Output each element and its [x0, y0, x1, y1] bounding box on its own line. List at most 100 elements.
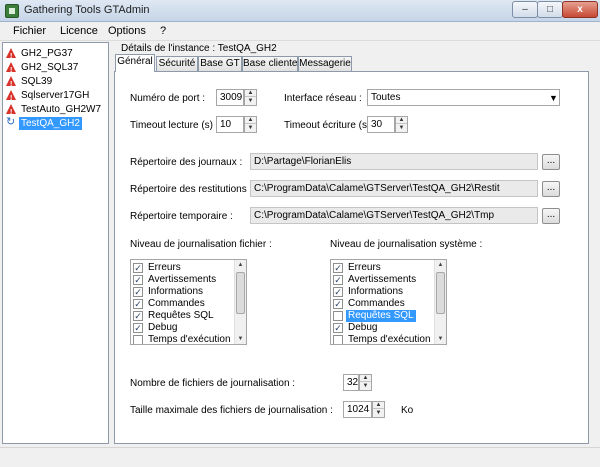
system-log-item[interactable]: Requêtes SQL	[333, 310, 433, 322]
tab-base-gt[interactable]: Base GT	[198, 56, 242, 71]
system-log-item[interactable]: ✓ Avertissements	[333, 274, 433, 286]
checkbox-checked[interactable]: ✓	[133, 299, 143, 309]
write-timeout-stepper[interactable]: ▲ ▼	[395, 116, 408, 133]
checkbox-checked[interactable]: ✓	[333, 323, 343, 333]
scroll-down-icon[interactable]: ▼	[235, 334, 246, 344]
port-stepper[interactable]: ▲ ▼	[244, 89, 257, 106]
scroll-down-icon[interactable]: ▼	[435, 334, 446, 344]
log-max-size-input[interactable]: 1024	[343, 401, 372, 418]
read-timeout-input[interactable]: 10	[216, 116, 244, 133]
status-bar	[0, 447, 600, 467]
restit-dir-field[interactable]: C:\ProgramData\Calame\GTServer\TestQA_GH…	[250, 180, 538, 197]
system-log-item[interactable]: ✓ Commandes	[333, 298, 433, 310]
warning-triangle-icon	[6, 48, 16, 63]
tab-securite[interactable]: Sécurité	[156, 56, 198, 71]
refresh-icon: ↻	[6, 116, 16, 128]
window-title: Gathering Tools GTAdmin	[24, 4, 150, 16]
port-input[interactable]: 3009	[216, 89, 244, 106]
scroll-thumb[interactable]	[236, 272, 245, 314]
system-log-item[interactable]: ✓ Debug	[333, 322, 433, 334]
menu-licence[interactable]: Licence	[60, 25, 98, 37]
warning-triangle-icon	[6, 76, 16, 91]
journal-dir-field[interactable]: D:\Partage\FlorianElis	[250, 153, 538, 170]
instance-tree[interactable]: GH2_PG37 GH2_SQL37 SQL39 Sqlserver17GH T…	[2, 42, 109, 444]
log-file-count-input[interactable]: 32	[343, 374, 359, 391]
write-timeout-label: Timeout écriture (s) :	[284, 120, 376, 131]
file-log-scrollbar[interactable]: ▲ ▼	[234, 260, 246, 344]
warning-triangle-icon	[6, 62, 16, 77]
checkbox-checked[interactable]: ✓	[133, 323, 143, 333]
file-log-item[interactable]: ✓ Commandes	[133, 298, 233, 310]
file-log-checklist[interactable]: ✓ Erreurs ✓ Avertissements ✓ Informations ✓…	[130, 259, 247, 345]
temp-dir-browse-button[interactable]: ...	[542, 208, 560, 224]
warning-triangle-icon	[6, 90, 16, 105]
tree-item-label: TestQA_GH2	[19, 117, 82, 130]
file-log-item[interactable]: Temps d'exécution	[133, 334, 233, 344]
tree-item-label: Sqlserver17GH	[21, 90, 90, 101]
log-max-size-stepper[interactable]: ▲ ▼	[372, 401, 385, 418]
checkbox-checked[interactable]: ✓	[133, 275, 143, 285]
checkbox-checked[interactable]: ✓	[333, 299, 343, 309]
write-timeout-input[interactable]: 30	[367, 116, 395, 133]
tree-item-label: GH2_SQL37	[21, 62, 79, 73]
menu-fichier[interactable]: Fichier	[13, 25, 46, 37]
checkbox-unchecked[interactable]	[333, 311, 343, 321]
checkbox-checked[interactable]: ✓	[333, 263, 343, 273]
network-label: Interface réseau :	[284, 93, 362, 104]
scroll-up-icon[interactable]: ▲	[235, 260, 246, 270]
checkbox-checked[interactable]: ✓	[133, 287, 143, 297]
network-select[interactable]: Toutes	[367, 89, 560, 106]
file-log-item[interactable]: ✓ Debug	[133, 322, 233, 334]
file-log-item[interactable]: ✓ Requêtes SQL	[133, 310, 233, 322]
app-area: GH2_PG37 GH2_SQL37 SQL39 Sqlserver17GH T…	[0, 41, 600, 467]
restit-dir-browse-button[interactable]: ...	[542, 181, 560, 197]
tab-general[interactable]: Général	[115, 54, 155, 72]
system-log-item[interactable]: ✓ Erreurs	[333, 262, 433, 274]
log-max-size-unit: Ko	[401, 405, 414, 416]
menu-options[interactable]: Options	[108, 25, 146, 37]
port-label: Numéro de port :	[130, 93, 206, 104]
minimize-button[interactable]: –	[512, 1, 538, 18]
checkbox-checked[interactable]: ✓	[333, 287, 343, 297]
instance-title: Détails de l'instance : TestQA_GH2	[121, 43, 277, 54]
menu-help[interactable]: ?	[160, 25, 166, 37]
checkbox-checked[interactable]: ✓	[133, 311, 143, 321]
maximize-button[interactable]: □	[537, 1, 563, 18]
file-log-title: Niveau de journalisation fichier :	[130, 239, 272, 250]
warning-triangle-icon	[6, 104, 16, 119]
log-file-count-label: Nombre de fichiers de journalisation :	[130, 378, 296, 389]
file-log-item[interactable]: ✓ Informations	[133, 286, 233, 298]
file-log-item[interactable]: ✓ Avertissements	[133, 274, 233, 286]
journal-dir-browse-button[interactable]: ...	[542, 154, 560, 170]
file-log-item[interactable]: ✓ Erreurs	[133, 262, 233, 274]
system-log-checklist[interactable]: ✓ Erreurs ✓ Avertissements ✓ Informations ✓…	[330, 259, 447, 345]
scroll-up-icon[interactable]: ▲	[435, 260, 446, 270]
system-log-item[interactable]: Temps d'exécution	[333, 334, 433, 344]
restit-dir-label: Répertoire des restitutions :	[130, 184, 253, 195]
read-timeout-label: Timeout lecture (s) :	[130, 120, 219, 131]
temp-dir-label: Répertoire temporaire :	[130, 211, 233, 222]
system-log-title: Niveau de journalisation système :	[330, 239, 483, 250]
read-timeout-stepper[interactable]: ▲ ▼	[244, 116, 257, 133]
checkbox-unchecked[interactable]	[133, 335, 143, 344]
checkbox-checked[interactable]: ✓	[133, 263, 143, 273]
title-bar: Gathering Tools GTAdmin – □ x	[0, 0, 600, 22]
tree-item-label: TestAuto_GH2W7	[21, 104, 102, 115]
system-log-scrollbar[interactable]: ▲ ▼	[434, 260, 446, 344]
chevron-down-icon[interactable]: ▼	[549, 93, 558, 103]
app-icon	[5, 4, 19, 18]
tree-item-label: GH2_PG37	[21, 48, 73, 59]
checkbox-checked[interactable]: ✓	[333, 275, 343, 285]
checkbox-unchecked[interactable]	[333, 335, 343, 344]
scroll-thumb[interactable]	[436, 272, 445, 314]
tab-base-cliente[interactable]: Base cliente	[242, 56, 298, 71]
log-max-size-label: Taille maximale des fichiers de journali…	[130, 405, 333, 416]
menu-bar: Fichier Licence Options ?	[0, 22, 600, 41]
temp-dir-field[interactable]: C:\ProgramData\Calame\GTServer\TestQA_GH…	[250, 207, 538, 224]
system-log-item[interactable]: ✓ Informations	[333, 286, 433, 298]
close-button[interactable]: x	[562, 1, 598, 18]
tree-item-label: SQL39	[21, 76, 53, 87]
tab-messagerie[interactable]: Messagerie	[298, 56, 352, 71]
log-file-count-stepper[interactable]: ▲ ▼	[359, 374, 372, 391]
journal-dir-label: Répertoire des journaux :	[130, 157, 243, 168]
